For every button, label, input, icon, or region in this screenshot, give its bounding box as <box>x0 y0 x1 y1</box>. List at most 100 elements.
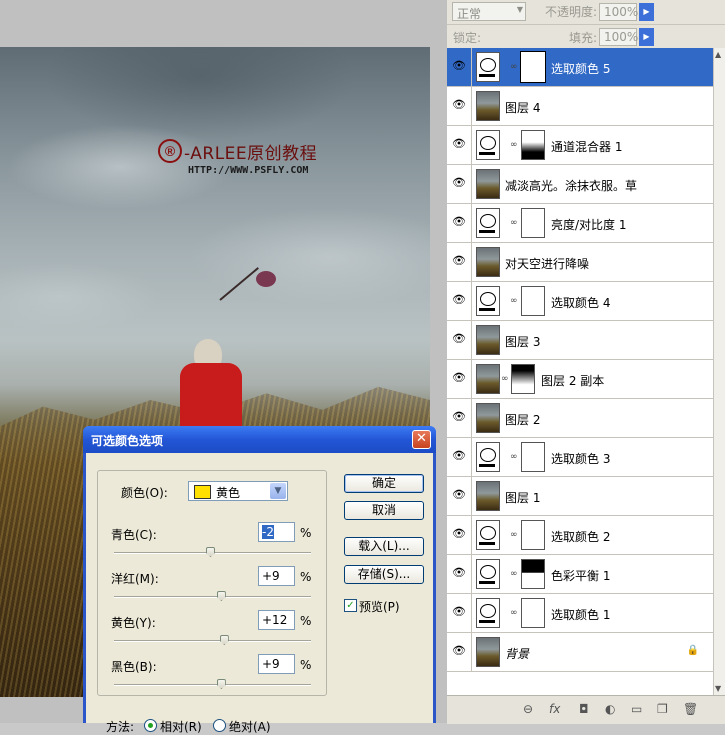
layer-name[interactable]: 通道混合器 1 <box>551 138 622 155</box>
visibility-eye-icon[interactable]: 👁 <box>451 98 467 112</box>
layer-row[interactable]: 👁 ∞ 选取颜色 3 <box>447 438 713 477</box>
yellow-slider-thumb[interactable] <box>219 635 229 645</box>
layer-mask-thumbnail[interactable] <box>521 208 545 238</box>
visibility-eye-icon[interactable]: 👁 <box>451 644 467 658</box>
layers-scrollbar[interactable]: ▲ ▼ <box>713 48 725 695</box>
visibility-eye-icon[interactable]: 👁 <box>451 176 467 190</box>
layer-name[interactable]: 选取颜色 3 <box>551 450 610 467</box>
layer-mask-thumbnail[interactable] <box>521 559 545 589</box>
layer-name[interactable]: 选取颜色 4 <box>551 294 610 311</box>
scroll-down-icon[interactable]: ▼ <box>715 684 721 693</box>
layer-row[interactable]: 👁 图层 3 <box>447 321 713 360</box>
layer-row[interactable]: 👁 图层 4 <box>447 87 713 126</box>
chain-link-icon[interactable]: ∞ <box>510 569 518 579</box>
layer-row[interactable]: 👁 ∞ 图层 2 副本 <box>447 360 713 399</box>
trash-icon[interactable]: 🗑 <box>683 702 698 716</box>
layer-name[interactable]: 选取颜色 5 <box>551 60 610 77</box>
layer-mask-thumbnail[interactable] <box>520 51 546 83</box>
dialog-titlebar[interactable]: 可选颜色选项 ✕ <box>83 426 436 453</box>
visibility-eye-icon[interactable]: 👁 <box>451 137 467 151</box>
black-slider-track[interactable] <box>114 684 311 686</box>
visibility-eye-icon[interactable]: 👁 <box>451 488 467 502</box>
layer-row[interactable]: 👁 ∞ 亮度/对比度 1 <box>447 204 713 243</box>
magenta-slider-track[interactable] <box>114 596 311 598</box>
yellow-input[interactable]: +12 <box>258 610 295 630</box>
adjustment-thumbnail-icon[interactable] <box>476 52 500 82</box>
visibility-eye-icon[interactable]: 👁 <box>451 293 467 307</box>
chain-link-icon[interactable]: ∞ <box>510 140 518 150</box>
folder-icon[interactable]: ▭ <box>631 702 642 716</box>
cyan-slider-thumb[interactable] <box>206 547 216 557</box>
preview-checkbox[interactable]: ✓ <box>344 599 357 612</box>
layer-name[interactable]: 色彩平衡 1 <box>551 567 610 584</box>
adjustment-thumbnail-icon[interactable] <box>476 442 500 472</box>
layer-name[interactable]: 图层 2 <box>505 411 540 428</box>
chain-link-icon[interactable]: ∞ <box>510 530 518 540</box>
layer-thumbnail[interactable] <box>476 364 500 394</box>
layer-row[interactable]: 👁 ∞ 色彩平衡 1 <box>447 555 713 594</box>
layer-name[interactable]: 亮度/对比度 1 <box>551 216 627 233</box>
adjustment-thumbnail-icon[interactable] <box>476 208 500 238</box>
layer-name[interactable]: 选取颜色 2 <box>551 528 610 545</box>
preview-label[interactable]: 预览(P) <box>359 598 400 615</box>
layer-row[interactable]: 👁 图层 1 <box>447 477 713 516</box>
adjustment-thumbnail-icon[interactable] <box>476 559 500 589</box>
cyan-input[interactable]: -2 <box>258 522 295 542</box>
scroll-up-icon[interactable]: ▲ <box>715 50 721 59</box>
layer-name[interactable]: 图层 2 副本 <box>541 372 604 389</box>
new-layer-icon[interactable]: ❐ <box>657 702 668 716</box>
layer-mask-thumbnail[interactable] <box>521 130 545 160</box>
layer-thumbnail[interactable] <box>476 325 500 355</box>
fill-arrow-icon[interactable]: ▶ <box>639 28 654 46</box>
layer-row[interactable]: 👁 对天空进行降噪 <box>447 243 713 282</box>
layer-thumbnail[interactable] <box>476 481 500 511</box>
black-input[interactable]: +9 <box>258 654 295 674</box>
layer-name[interactable]: 选取颜色 1 <box>551 606 610 623</box>
layer-row[interactable]: 👁 图层 2 <box>447 399 713 438</box>
layer-mask-thumbnail[interactable] <box>521 520 545 550</box>
layer-name[interactable]: 对天空进行降噪 <box>505 255 589 272</box>
layer-thumbnail[interactable] <box>476 637 500 667</box>
blend-mode-select[interactable]: 正常 ▼ <box>452 2 526 21</box>
chain-link-icon[interactable]: ∞ <box>501 374 509 384</box>
visibility-eye-icon[interactable]: 👁 <box>451 254 467 268</box>
layer-mask-thumbnail[interactable] <box>521 286 545 316</box>
layer-row[interactable]: 👁 减淡高光。涂抹衣服。草 <box>447 165 713 204</box>
opacity-field[interactable]: 100% <box>599 3 638 21</box>
yellow-slider-track[interactable] <box>114 640 311 642</box>
chevron-down-icon[interactable]: ▼ <box>270 483 286 499</box>
magenta-input[interactable]: +9 <box>258 566 295 586</box>
visibility-eye-icon[interactable]: 👁 <box>451 449 467 463</box>
mask-icon[interactable]: ◘ <box>579 702 589 716</box>
method-relative-radio[interactable] <box>144 719 157 732</box>
layer-name[interactable]: 图层 3 <box>505 333 540 350</box>
adjustment-thumbnail-icon[interactable] <box>476 286 500 316</box>
load-button[interactable]: 载入(L)... <box>344 537 424 556</box>
layer-thumbnail[interactable] <box>476 91 500 121</box>
layer-name[interactable]: 图层 1 <box>505 489 540 506</box>
layer-thumbnail[interactable] <box>476 169 500 199</box>
fx-icon[interactable]: fx <box>549 702 560 716</box>
chain-link-icon[interactable]: ∞ <box>510 452 518 462</box>
black-slider-thumb[interactable] <box>216 679 226 689</box>
chain-link-icon[interactable]: ∞ <box>510 218 518 228</box>
layer-row[interactable]: 👁 ∞ 选取颜色 1 <box>447 594 713 633</box>
layer-mask-thumbnail[interactable] <box>521 598 545 628</box>
link-icon[interactable]: ⊖ <box>523 702 533 716</box>
visibility-eye-icon[interactable]: 👁 <box>451 410 467 424</box>
close-icon[interactable]: ✕ <box>412 430 431 449</box>
opacity-arrow-icon[interactable]: ▶ <box>639 3 654 21</box>
visibility-eye-icon[interactable]: 👁 <box>451 527 467 541</box>
layer-row[interactable]: 👁 ∞ 通道混合器 1 <box>447 126 713 165</box>
chain-link-icon[interactable]: ∞ <box>510 296 518 306</box>
layer-mask-thumbnail[interactable] <box>511 364 535 394</box>
method-absolute-radio[interactable] <box>213 719 226 732</box>
chain-link-icon[interactable]: ∞ <box>510 608 518 618</box>
layer-thumbnail[interactable] <box>476 247 500 277</box>
method-relative-label[interactable]: 相对(R) <box>160 718 202 735</box>
layer-name[interactable]: 图层 4 <box>505 99 540 116</box>
visibility-eye-icon[interactable]: 👁 <box>451 605 467 619</box>
visibility-eye-icon[interactable]: 👁 <box>451 332 467 346</box>
layer-name[interactable]: 背景 <box>505 645 529 662</box>
magenta-slider-thumb[interactable] <box>216 591 226 601</box>
